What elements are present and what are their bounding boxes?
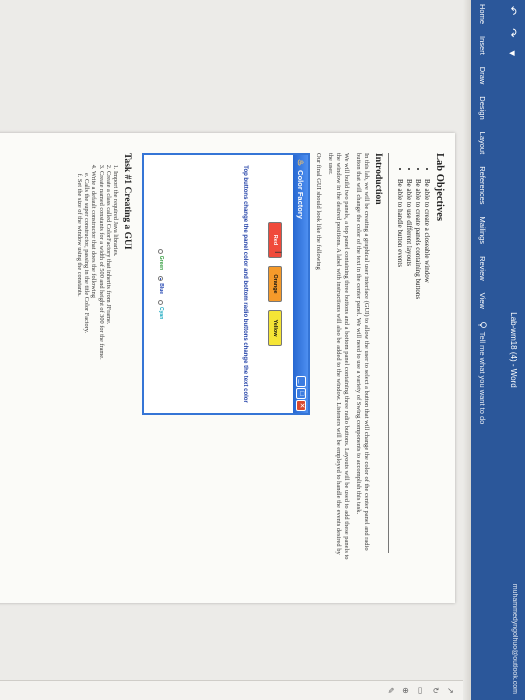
tab-design[interactable]: Design <box>479 96 488 119</box>
gui-cyan-radio: Cyan <box>158 300 164 319</box>
document-content: Lab Objectives Be able to create a close… <box>76 153 445 578</box>
radio-dot <box>158 276 164 282</box>
radio-label: Cyan <box>158 307 164 320</box>
color-factory-screenshot: ♨ Color Factory _ □ ✕ Red Orange Yellow … <box>142 153 310 415</box>
gui-green-radio: Green <box>158 248 164 271</box>
tab-layout[interactable]: Layout <box>479 132 488 155</box>
tab-draw[interactable]: Draw <box>479 67 488 85</box>
intro-paragraph-1: In this lab, we will be creating a graph… <box>355 153 370 551</box>
gui-radio-panel: Green Blue Cyan <box>154 155 168 413</box>
task-steps: Import the required Java libraries. Crea… <box>76 153 119 578</box>
document-page[interactable]: Lab Objectives Be able to create a close… <box>0 133 455 603</box>
refresh-icon[interactable]: ↻ <box>431 687 440 694</box>
gui-yellow-button: Yellow <box>268 310 282 346</box>
gui-blue-radio: Blue <box>158 276 164 294</box>
list-item: Be able to create panels containing butt… <box>413 179 422 578</box>
tell-me-box[interactable]: Tell me what you want to do <box>478 321 488 425</box>
share-icon[interactable]: ↗ <box>446 687 455 694</box>
radio-label: Green <box>158 255 164 271</box>
side-toolbar: ↗ ↻ ▭ ⊕ ✎ <box>0 680 463 700</box>
ribbon-shadow <box>463 0 471 700</box>
list-item: Import the required Java libraries. <box>112 171 119 578</box>
tab-view[interactable]: View <box>479 293 488 309</box>
radio-dot <box>158 300 164 306</box>
intro-paragraph-2: We will build two panels, a top panel co… <box>327 153 350 560</box>
tab-review[interactable]: Review <box>479 256 488 281</box>
window-icon[interactable]: ▭ <box>416 687 425 695</box>
title-bar: ↶ ↷ ▾ Lab-wm18 (4) - Word muhammedyngolh… <box>495 0 525 700</box>
list-item: Create a class called ColorFactory that … <box>105 171 112 578</box>
java-cup-icon: ♨ <box>296 159 305 167</box>
quick-access-toolbar[interactable]: ↶ ↷ ▾ <box>506 6 519 61</box>
list-item: Calls the super constructor, passing in … <box>83 179 90 578</box>
tab-insert[interactable]: Insert <box>479 36 488 55</box>
radio-label: Blue <box>158 283 164 295</box>
account-name[interactable]: muhammedyngolhuo@outlook.com <box>511 584 518 694</box>
gui-title-bar: ♨ Color Factory <box>293 155 308 413</box>
section-divider <box>388 153 389 553</box>
intro-heading: Introduction <box>373 153 383 205</box>
minimize-icon: _ <box>296 376 306 387</box>
list-item: Write a default constructor that does th… <box>90 171 97 578</box>
radio-dot <box>158 248 164 254</box>
list-item: Create named constants for a width of 50… <box>97 171 105 578</box>
objectives-heading: Lab Objectives <box>434 153 445 221</box>
list-item: Be able to create a closeable window <box>422 179 431 578</box>
intro-paragraph-3: Our final GUI should look like the follo… <box>315 153 322 270</box>
maximize-icon: □ <box>296 388 306 399</box>
task-heading: Task #1 Creating a GUI <box>122 153 132 250</box>
lightbulb-icon <box>479 321 488 328</box>
list-item: Be able to handle button events <box>395 179 404 578</box>
add-icon[interactable]: ⊕ <box>401 687 410 694</box>
tab-references[interactable]: References <box>479 166 488 204</box>
ribbon-tabs: Home Insert Draw Design Layout Reference… <box>471 0 495 700</box>
gui-instructions-label: Top buttons change the panel color and b… <box>242 165 248 403</box>
close-icon: ✕ <box>296 400 306 411</box>
objectives-list: Be able to create a closeable window Be … <box>395 153 431 578</box>
list-item: Set the size of the window using the con… <box>76 179 83 578</box>
text-cursor: I <box>273 251 283 254</box>
gui-window-controls: _ □ ✕ <box>296 376 306 411</box>
pen-icon[interactable]: ✎ <box>386 687 395 694</box>
list-item: Be able to use different layouts <box>404 179 413 578</box>
gui-orange-button: Orange <box>268 266 282 302</box>
tab-home[interactable]: Home <box>479 4 488 24</box>
word-window: ↶ ↷ ▾ Lab-wm18 (4) - Word muhammedyngolh… <box>0 0 525 700</box>
gui-title: Color Factory <box>296 170 305 219</box>
tab-mailings[interactable]: Mailings <box>479 217 488 245</box>
document-title: Lab-wm18 (4) - Word <box>509 312 518 388</box>
tell-me-placeholder: Tell me what you want to do <box>478 331 488 425</box>
gui-button-panel: Red Orange Yellow <box>257 155 293 413</box>
